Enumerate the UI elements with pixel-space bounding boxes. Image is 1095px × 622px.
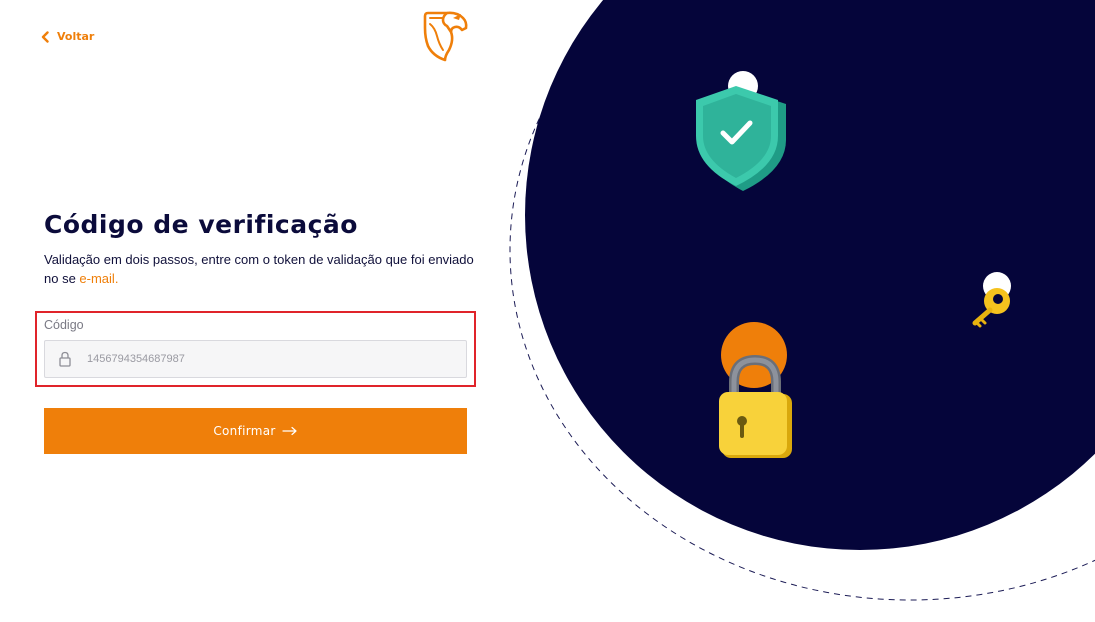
horse-shield-logo-icon — [423, 11, 468, 62]
confirm-button[interactable]: Confirmar — [44, 408, 467, 454]
back-link[interactable]: Voltar — [41, 30, 94, 43]
code-label: Código — [44, 318, 84, 332]
arrow-right-icon — [282, 426, 297, 436]
navy-circle-background — [525, 0, 1095, 550]
dashed-orbit — [509, 0, 1095, 601]
email-link[interactable]: e-mail. — [79, 271, 118, 286]
code-field[interactable] — [44, 340, 467, 378]
confirm-label: Confirmar — [213, 424, 276, 438]
code-input[interactable] — [87, 341, 457, 377]
lock-icon — [59, 351, 71, 367]
page-description: Validação em dois passos, entre com o to… — [44, 250, 474, 288]
key-icon — [972, 272, 1011, 328]
back-label: Voltar — [57, 30, 95, 43]
shield-check-icon — [696, 71, 786, 191]
chevron-left-icon — [41, 30, 49, 43]
page-title: Código de verificação — [44, 210, 358, 239]
padlock-icon — [719, 322, 792, 458]
